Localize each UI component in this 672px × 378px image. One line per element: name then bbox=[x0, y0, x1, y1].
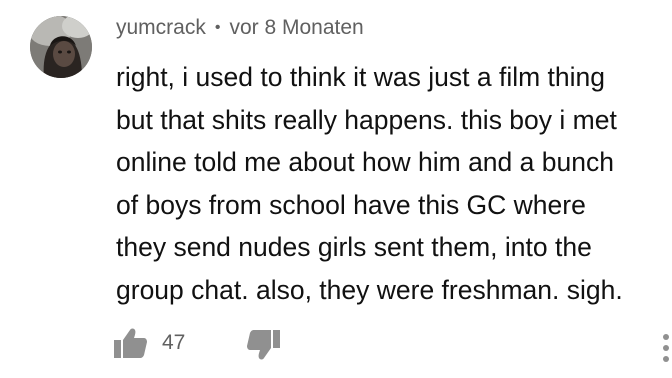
comment-text-line: but that shits really happens. this boy … bbox=[116, 104, 617, 135]
thumbs-up-icon bbox=[114, 328, 147, 358]
dislike-button[interactable] bbox=[246, 328, 282, 362]
comment-text: right, i used to think it was just a fil… bbox=[116, 56, 664, 311]
comment-actions: 47 bbox=[112, 326, 672, 362]
like-button[interactable] bbox=[112, 326, 148, 360]
comment: yumcrack • vor 8 Monaten right, i used to … bbox=[0, 0, 672, 378]
separator-dot: • bbox=[214, 19, 221, 36]
comment-text-line: group chat. also, they were freshman. si… bbox=[116, 274, 623, 305]
avatar-image bbox=[30, 16, 92, 78]
author-name[interactable]: yumcrack bbox=[116, 16, 206, 39]
comment-text-line: of boys from school have this GC where bbox=[116, 189, 586, 220]
more-dot bbox=[663, 356, 669, 362]
comment-text-line: online told me about how him and a bunch bbox=[116, 147, 614, 177]
thumbs-down-icon bbox=[247, 330, 280, 360]
comment-text-line: they send nudes girls sent them, into th… bbox=[116, 232, 592, 262]
more-vertical-icon[interactable] bbox=[660, 334, 672, 364]
more-dot bbox=[663, 334, 669, 340]
avatar[interactable] bbox=[30, 16, 92, 78]
comment-text-line: right, i used to think it was just a fil… bbox=[116, 62, 605, 92]
timestamp[interactable]: vor 8 Monaten bbox=[229, 16, 363, 39]
like-count: 47 bbox=[162, 331, 186, 354]
comment-header: yumcrack • vor 8 Monaten bbox=[116, 15, 364, 41]
more-dot bbox=[663, 345, 669, 351]
